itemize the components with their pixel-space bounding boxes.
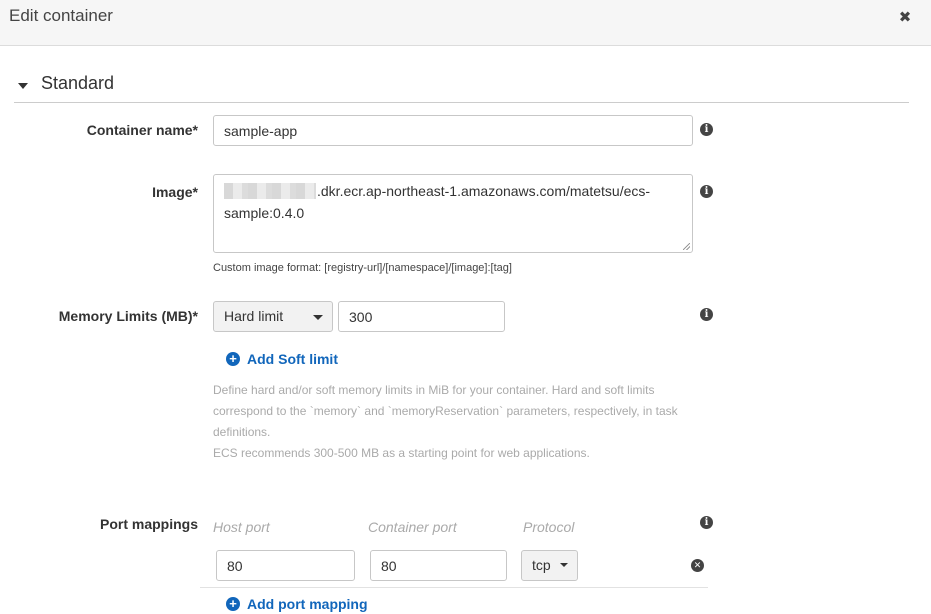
memory-limit-type-select[interactable]: Hard limit [213,301,333,332]
image-label: Image* [152,184,198,200]
container-name-info-icon[interactable]: i [700,123,713,136]
container-name-input[interactable] [213,115,693,146]
close-icon[interactable]: ✖ [897,8,913,28]
memory-info-icon[interactable]: i [700,308,713,321]
add-soft-limit-link[interactable]: Add Soft limit [247,351,338,367]
memory-description-line: correspond to the `memory` and `memoryRe… [213,404,678,418]
container-port-input[interactable] [370,550,507,581]
dialog-title: Edit container [9,6,113,25]
memory-description-line: ECS recommends 300-500 MB as a starting … [213,446,590,460]
resize-handle[interactable] [683,243,690,250]
plus-circle-icon[interactable]: + [226,597,240,611]
standard-section-header[interactable]: Standard [14,72,909,103]
memory-description: Define hard and/or soft memory limits in… [213,380,683,464]
protocol-column-header: Protocol [523,519,575,535]
remove-circle-icon[interactable]: ✕ [691,559,704,572]
port-mappings-label: Port mappings [99,516,198,532]
dialog-header: Edit container ✖ [0,0,931,46]
memory-description-line: Define hard and/or soft memory limits in… [213,383,655,397]
memory-description-line: definitions. [213,425,271,439]
memory-limit-type-value: Hard limit [224,308,284,324]
container-port-column-header: Container port [368,519,457,535]
host-port-column-header: Host port [213,519,270,535]
memory-limits-label: Memory Limits (MB)* [58,308,198,324]
image-format-help: Custom image format: [registry-url]/[nam… [213,262,512,274]
protocol-value: tcp [532,557,551,573]
add-port-mapping-link[interactable]: Add port mapping [247,596,368,612]
redacted-account-id [224,183,316,199]
container-name-label: Container name* [86,122,198,138]
memory-limit-input[interactable] [338,301,505,332]
image-info-icon[interactable]: i [700,185,713,198]
protocol-select[interactable]: tcp [521,550,578,581]
port-mappings-info-icon[interactable]: i [700,516,713,529]
image-textarea[interactable]: .dkr.ecr.ap-northeast-1.amazonaws.com/ma… [213,174,693,253]
dropdown-arrow-icon [560,563,568,567]
caret-down-icon[interactable] [18,83,28,89]
section-title: Standard [41,73,115,93]
plus-circle-icon[interactable]: + [226,352,240,366]
host-port-input[interactable] [216,550,355,581]
dropdown-arrow-icon [313,315,323,320]
